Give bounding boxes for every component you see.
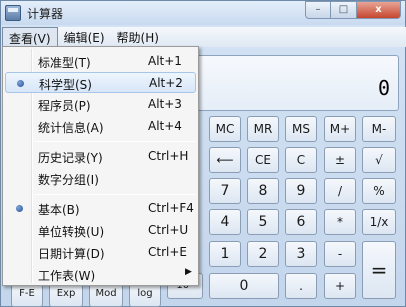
- menu-item-basic[interactable]: 基本(B) Ctrl+F4: [5, 198, 196, 219]
- view-menu-dropdown: 标准型(T) Alt+1 科学型(S) Alt+2 程序员(P) Alt+3 统…: [2, 46, 199, 286]
- digit-8-key[interactable]: 8: [247, 178, 279, 204]
- window-title: 计算器: [27, 7, 64, 21]
- percent-key[interactable]: %: [362, 178, 396, 204]
- menu-separator: [34, 141, 196, 142]
- radio-selected-icon: [17, 80, 24, 87]
- subtract-key[interactable]: -: [324, 241, 356, 267]
- menu-item-worksheets[interactable]: 工作表(W) ▶: [5, 264, 196, 285]
- minimize-button[interactable]: –: [305, 1, 331, 19]
- equals-key[interactable]: =: [362, 241, 396, 299]
- digit-5-key[interactable]: 5: [247, 209, 279, 235]
- menu-item-scientific[interactable]: 科学型(S) Alt+2: [5, 72, 196, 93]
- radio-selected-icon: [16, 205, 23, 212]
- menu-bar: 查看(V) 编辑(E) 帮助(H): [2, 27, 406, 47]
- multiply-key[interactable]: *: [324, 209, 356, 235]
- memory-subtract-key[interactable]: M-: [362, 116, 396, 142]
- memory-recall-key[interactable]: MR: [247, 116, 279, 142]
- menu-item-programmer[interactable]: 程序员(P) Alt+3: [5, 94, 196, 115]
- display-value: 0: [377, 76, 390, 100]
- digit-1-key[interactable]: 1: [209, 241, 241, 267]
- menu-item-digit-grouping[interactable]: 数字分组(I): [5, 168, 196, 189]
- negate-key[interactable]: ±: [324, 147, 356, 173]
- decimal-key[interactable]: .: [285, 273, 317, 299]
- submenu-arrow-icon: ▶: [185, 267, 192, 277]
- square-root-key[interactable]: √: [362, 147, 396, 173]
- digit-4-key[interactable]: 4: [209, 209, 241, 235]
- memory-clear-key[interactable]: MC: [209, 116, 241, 142]
- memory-store-key[interactable]: MS: [285, 116, 317, 142]
- backspace-key[interactable]: ⟵: [209, 147, 241, 173]
- menu-item-history[interactable]: 历史记录(Y) Ctrl+H: [5, 146, 196, 167]
- menu-item-unit-conversion[interactable]: 单位转换(U) Ctrl+U: [5, 220, 196, 241]
- calculator-app-icon: [5, 5, 21, 21]
- digit-3-key[interactable]: 3: [285, 241, 317, 267]
- menu-help[interactable]: 帮助(H): [111, 27, 165, 47]
- reciprocal-key[interactable]: 1/x: [362, 209, 396, 235]
- digit-6-key[interactable]: 6: [285, 209, 317, 235]
- window-controls: – □ x: [305, 1, 401, 19]
- digit-9-key[interactable]: 9: [285, 178, 317, 204]
- digit-0-key[interactable]: 0: [209, 273, 279, 299]
- add-key[interactable]: +: [324, 273, 356, 299]
- maximize-button[interactable]: □: [331, 1, 357, 19]
- close-button[interactable]: x: [357, 1, 401, 19]
- title-bar: 计算器 – □ x: [1, 1, 405, 25]
- digit-2-key[interactable]: 2: [247, 241, 279, 267]
- menu-item-date-calculation[interactable]: 日期计算(D) Ctrl+E: [5, 242, 196, 263]
- clear-entry-key[interactable]: CE: [247, 147, 279, 173]
- digit-7-key[interactable]: 7: [209, 178, 241, 204]
- calculator-window: 计算器 – □ x 查看(V) 编辑(E) 帮助(H) 0 MC MR MS M…: [0, 0, 406, 307]
- menu-view[interactable]: 查看(V): [2, 27, 58, 47]
- menu-separator: [34, 194, 196, 195]
- menu-item-standard[interactable]: 标准型(T) Alt+1: [5, 51, 196, 72]
- menu-edit[interactable]: 编辑(E): [58, 27, 111, 47]
- menu-item-statistics[interactable]: 统计信息(A) Alt+4: [5, 116, 196, 137]
- divide-key[interactable]: /: [324, 178, 356, 204]
- memory-add-key[interactable]: M+: [324, 116, 356, 142]
- clear-key[interactable]: C: [285, 147, 317, 173]
